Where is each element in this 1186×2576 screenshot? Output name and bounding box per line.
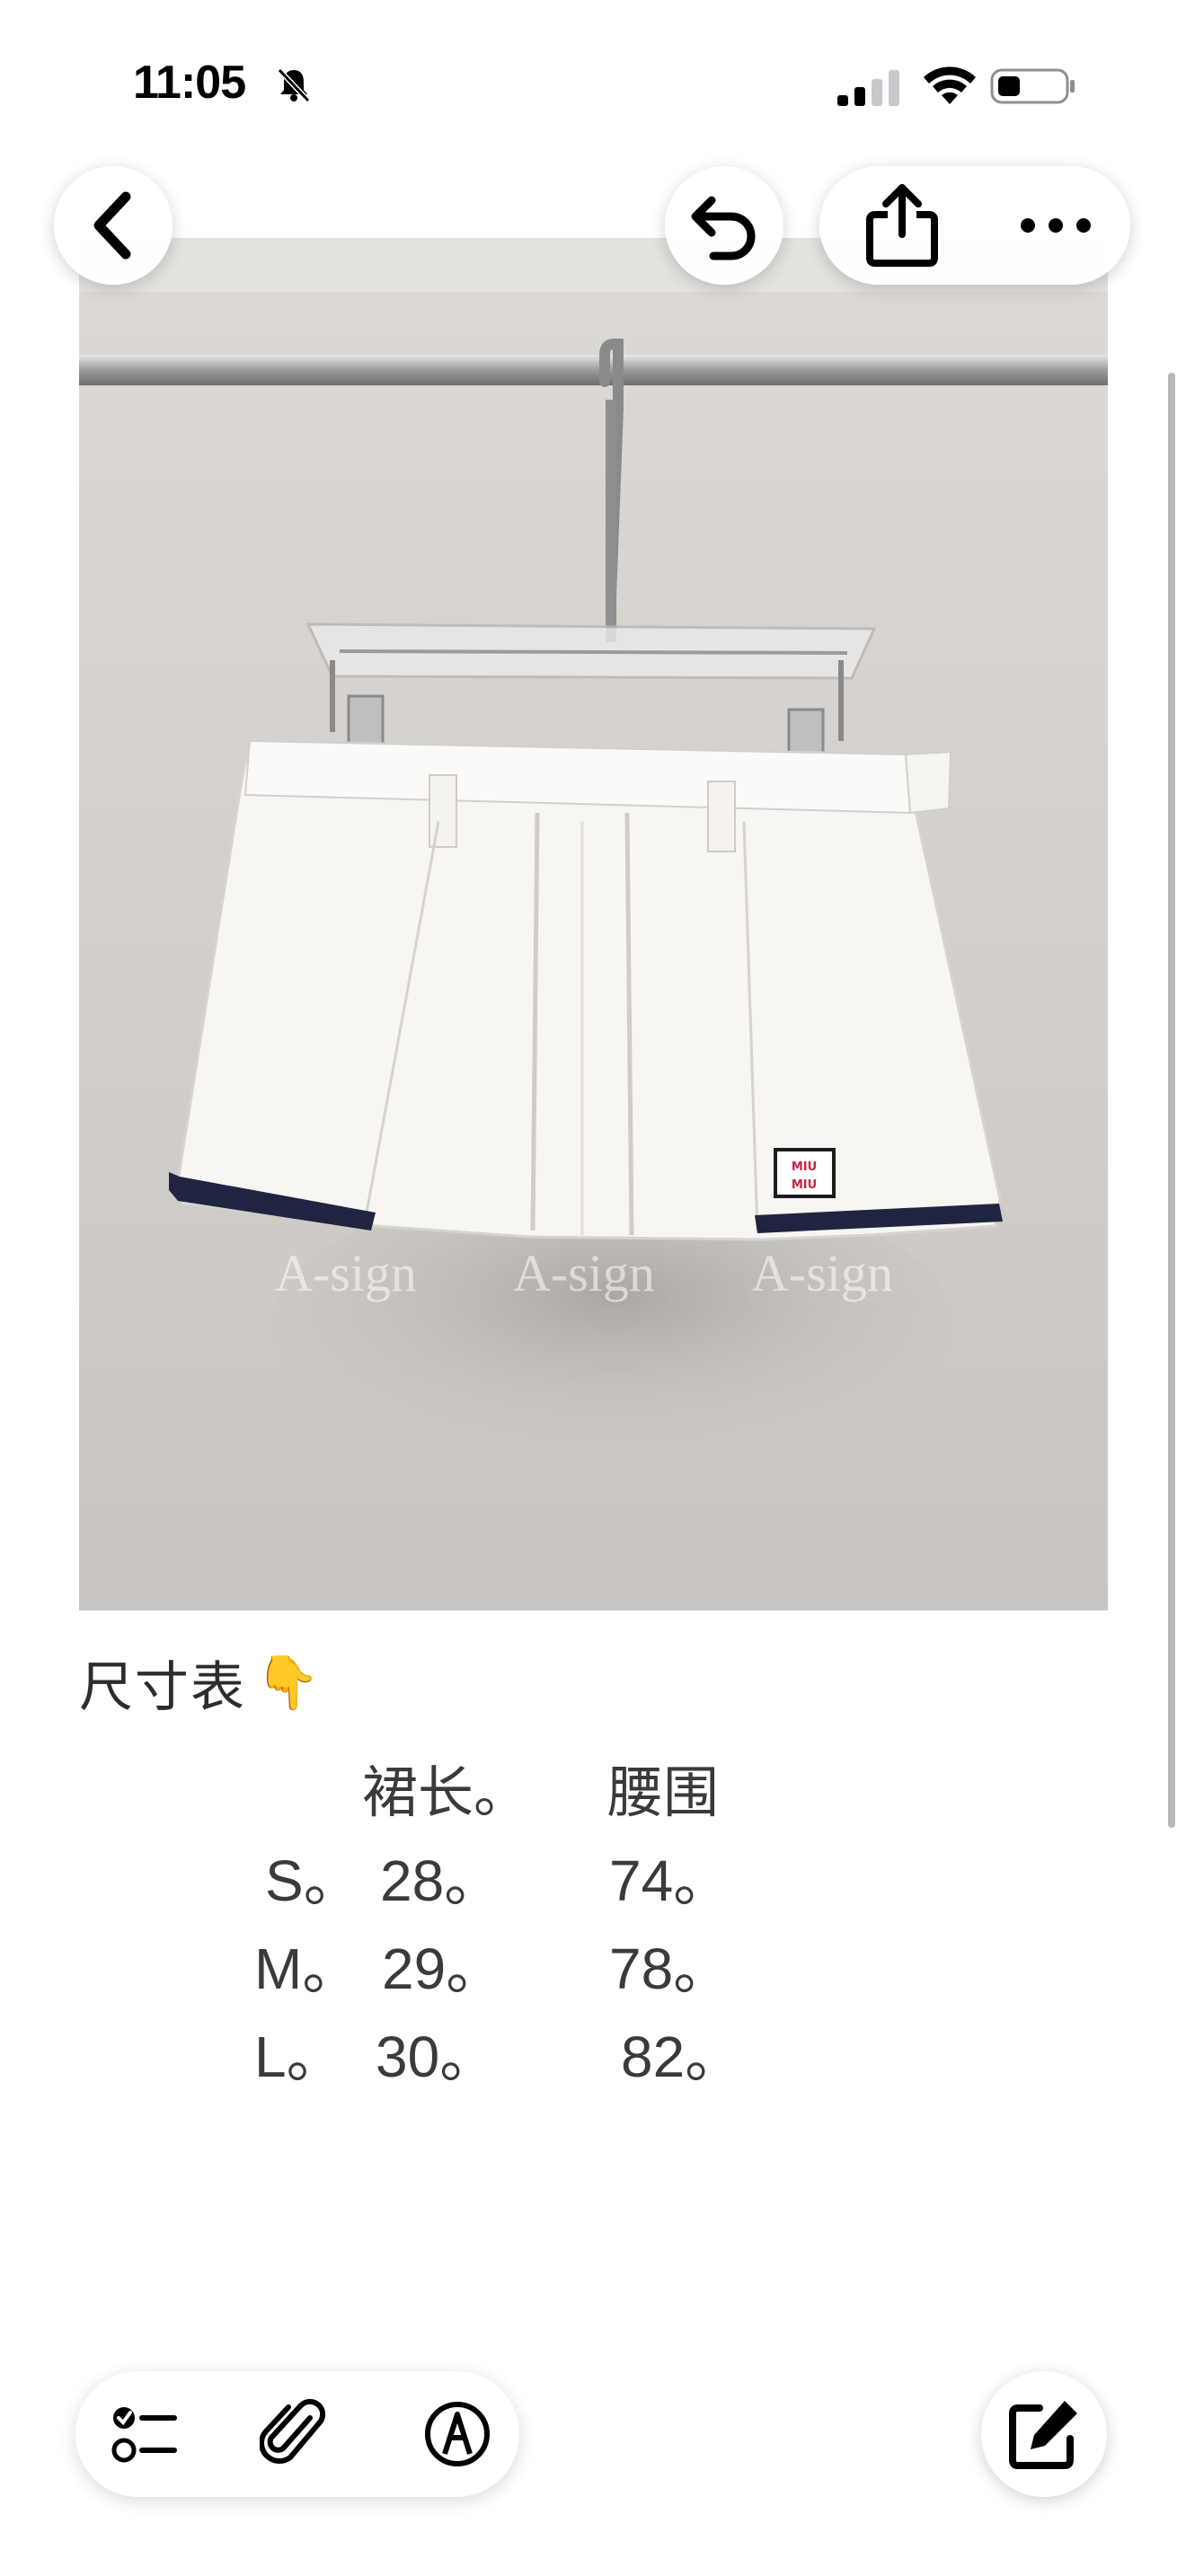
ellipsis-icon[interactable] <box>1015 209 1096 242</box>
watermark-2: A-sign <box>513 1244 655 1302</box>
header-length: 裙长。 <box>362 1762 530 1824</box>
compose-button[interactable] <box>981 2371 1107 2497</box>
battery-icon <box>990 68 1075 104</box>
wifi-icon <box>924 66 976 104</box>
cellular-signal-icon <box>837 70 899 106</box>
size-table-header: 裙长。 腰围 <box>79 1747 798 1835</box>
size-row-m: M。 29。 78。 <box>79 1923 798 2011</box>
undo-button[interactable] <box>665 166 783 285</box>
note-heading: 尺寸表 👇 <box>79 1644 320 1722</box>
status-time: 11:05 <box>133 57 246 109</box>
bell-slash-icon <box>277 67 311 103</box>
waist-value: 74。 <box>609 1848 731 1913</box>
chevron-left-icon <box>93 191 131 260</box>
waist-value: 82。 <box>621 2025 743 2089</box>
size-label: L。 <box>254 2025 344 2089</box>
share-icon[interactable] <box>863 182 942 269</box>
svg-text:MIU: MIU <box>792 1178 817 1192</box>
header-waist: 腰围 <box>607 1762 720 1824</box>
logo-text: MIU <box>792 1160 817 1174</box>
waist-value: 78。 <box>609 1936 731 2001</box>
status-bar: 11:05 <box>0 0 1186 162</box>
watermark-3: A-sign <box>751 1244 893 1302</box>
product-photo[interactable]: MIU MIU A-sign A-sign A-sign <box>79 238 1108 1610</box>
length-value: 29。 <box>382 1936 504 2001</box>
size-label: S。 <box>265 1848 361 1913</box>
bottom-toolbar <box>75 2371 519 2497</box>
size-chart-title: 尺寸表 <box>79 1657 246 1717</box>
pointing-down-emoji: 👇 <box>255 1653 321 1712</box>
skirt-photo: MIU MIU A-sign A-sign A-sign <box>79 238 1108 1610</box>
undo-arrow-icon <box>691 196 756 260</box>
size-row-s: S。 28。 74。 <box>79 1835 798 1923</box>
size-row-l: L。 30。 82。 <box>79 2011 798 2099</box>
scroll-indicator[interactable] <box>1168 373 1175 1828</box>
note-body[interactable]: 尺寸表 👇 裙长。 腰围 S。 28。 74。 M。 29。 78。 L。 30… <box>79 1644 742 2090</box>
markup-icon[interactable] <box>421 2398 493 2470</box>
watermark-1: A-sign <box>275 1244 417 1302</box>
size-label: M。 <box>254 1936 360 2001</box>
paperclip-icon[interactable] <box>260 2398 332 2470</box>
length-value: 30。 <box>376 2025 498 2089</box>
share-more-group <box>819 166 1130 285</box>
checklist-icon[interactable] <box>110 2398 181 2470</box>
size-table: 裙长。 腰围 S。 28。 74。 M。 29。 78。 L。 30。 82。 <box>79 1747 798 2099</box>
length-value: 28。 <box>380 1848 502 1913</box>
compose-icon <box>1009 2401 1077 2469</box>
back-button[interactable] <box>54 166 173 285</box>
